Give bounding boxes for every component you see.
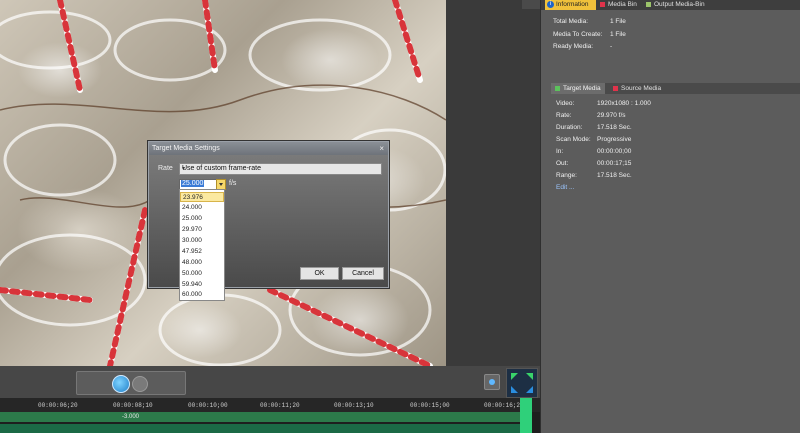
transport-bar bbox=[0, 366, 540, 398]
timecode-tick: 00:00:10;00 bbox=[188, 402, 228, 409]
info-label: Total Media: bbox=[553, 18, 589, 25]
media-tabs: Target Media Source Media bbox=[551, 83, 800, 94]
audio-track[interactable] bbox=[0, 424, 520, 433]
timeline-end-marker[interactable] bbox=[520, 398, 532, 433]
timecode-tick: 00:00:13;10 bbox=[334, 402, 374, 409]
tab-source-media[interactable]: Source Media bbox=[609, 83, 669, 94]
tab-label: Information bbox=[556, 1, 589, 8]
rate-label: Rate bbox=[158, 165, 173, 172]
media-prop-label: Duration: bbox=[556, 124, 583, 131]
playback-controls bbox=[76, 371, 186, 395]
target-media-settings-dialog: Target Media Settings × Rate Use of cust… bbox=[148, 141, 389, 301]
pause-icon[interactable] bbox=[132, 376, 148, 392]
source-media-icon bbox=[613, 86, 618, 91]
fps-value: 25.000 bbox=[181, 180, 205, 187]
media-bin-icon bbox=[600, 2, 605, 7]
fps-unit-label: f/s bbox=[229, 180, 237, 187]
info-icon: i bbox=[547, 1, 554, 8]
info-value: 1 File bbox=[610, 31, 626, 38]
fps-option[interactable]: 47.952 bbox=[180, 247, 224, 257]
info-value: 1 File bbox=[610, 18, 626, 25]
fps-option[interactable]: 50.000 bbox=[180, 269, 224, 279]
chevron-down-icon: ▾ bbox=[182, 166, 186, 172]
media-prop-label: Range: bbox=[556, 172, 577, 179]
target-media-icon bbox=[555, 86, 560, 91]
tab-media-bin[interactable]: Media Bin bbox=[597, 0, 642, 10]
fps-option[interactable]: 29.970 bbox=[180, 225, 224, 235]
info-panel: i Information Media Bin Output Media-Bin… bbox=[540, 0, 800, 433]
tab-information[interactable]: i Information bbox=[545, 0, 596, 10]
tab-output-media-bin[interactable]: Output Media-Bin bbox=[643, 0, 705, 10]
fps-option[interactable]: 24.000 bbox=[180, 203, 224, 213]
info-label: Ready Media: bbox=[553, 43, 594, 50]
timecode-tick: 00:00:11;20 bbox=[260, 402, 300, 409]
media-prop-value: 29.970 f/s bbox=[597, 112, 626, 119]
video-track[interactable] bbox=[0, 412, 520, 422]
fps-option[interactable]: 25.000 bbox=[180, 214, 224, 224]
tab-label: Source Media bbox=[621, 85, 662, 92]
dialog-title: Target Media Settings bbox=[152, 145, 220, 152]
preview-side-panel bbox=[446, 0, 540, 366]
media-prop-value: Progressive bbox=[597, 136, 632, 143]
window-control-button[interactable] bbox=[522, 0, 540, 9]
fps-option[interactable]: 59.940 bbox=[180, 280, 224, 290]
output-bin-icon bbox=[646, 2, 651, 7]
close-icon[interactable]: × bbox=[379, 144, 384, 153]
timecode-tick: 00:00:15;00 bbox=[410, 402, 450, 409]
info-label: Media To Create: bbox=[553, 31, 603, 38]
dialog-titlebar[interactable]: Target Media Settings × bbox=[149, 142, 388, 155]
media-prop-value: 1920x1080 : 1.000 bbox=[597, 100, 651, 107]
media-prop-value: 17.518 Sec. bbox=[597, 172, 632, 179]
fps-option[interactable]: 30.000 bbox=[180, 236, 224, 246]
info-value: - bbox=[610, 43, 613, 50]
fps-option[interactable]: 23.976 bbox=[180, 192, 224, 202]
edit-link[interactable]: Edit ... bbox=[556, 184, 574, 191]
snapshot-button[interactable] bbox=[484, 374, 500, 390]
play-icon[interactable] bbox=[112, 375, 130, 393]
rate-mode-select[interactable]: Use of custom frame-rate ▾ bbox=[179, 163, 382, 175]
dialog-body: Rate Use of custom frame-rate ▾ 25.000 f… bbox=[149, 155, 388, 301]
media-prop-value: 00:00:17;15 bbox=[597, 160, 632, 167]
info-tabs: i Information Media Bin Output Media-Bin bbox=[541, 0, 800, 10]
media-prop-label: Out: bbox=[556, 160, 569, 167]
timecode-tick: 00:00:08;10 bbox=[113, 402, 153, 409]
timecode-tick: 00:00:06;20 bbox=[38, 402, 78, 409]
tab-label: Media Bin bbox=[608, 1, 637, 8]
fps-option[interactable]: 48.000 bbox=[180, 258, 224, 268]
fps-options-list: 23.976 24.000 25.000 29.970 30.000 47.95… bbox=[179, 189, 225, 301]
media-prop-label: Scan Mode: bbox=[556, 136, 591, 143]
tab-target-media[interactable]: Target Media bbox=[551, 83, 605, 94]
timeline[interactable]: 00:00:06;20 00:00:08;10 00:00:10;00 00:0… bbox=[0, 398, 540, 433]
fps-option[interactable]: 60.000 bbox=[180, 291, 224, 299]
cancel-button[interactable]: Cancel bbox=[342, 267, 384, 280]
media-prop-label: Video: bbox=[556, 100, 575, 107]
fit-view-button[interactable] bbox=[506, 368, 538, 398]
ok-button[interactable]: OK bbox=[300, 267, 339, 280]
timecode-tick: 00:00:16;20 bbox=[484, 402, 524, 409]
media-prop-label: In: bbox=[556, 148, 564, 155]
media-prop-value: 00:00:00;00 bbox=[597, 148, 632, 155]
timeline-ruler[interactable]: 00:00:06;20 00:00:08;10 00:00:10;00 00:0… bbox=[0, 398, 540, 412]
expand-arrows-icon bbox=[511, 373, 533, 393]
media-prop-value: 17.518 Sec. bbox=[597, 124, 632, 131]
tab-label: Target Media bbox=[563, 85, 601, 92]
tab-label: Output Media-Bin bbox=[654, 1, 705, 8]
track-gain-label: -3.000 bbox=[122, 414, 140, 420]
media-prop-label: Rate: bbox=[556, 112, 572, 119]
